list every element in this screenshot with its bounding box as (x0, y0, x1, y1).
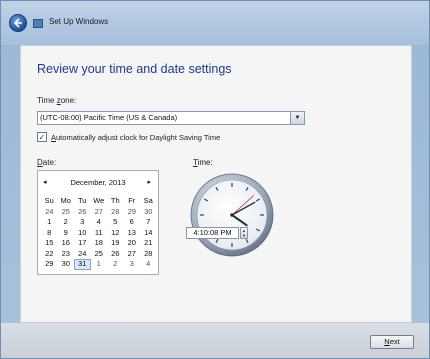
calendar-week-row: 8 9 10 11 12 13 14 (41, 228, 157, 239)
calendar-weekday: We (93, 196, 105, 205)
calendar-day[interactable]: 22 (41, 249, 58, 260)
calendar-day[interactable]: 4 (91, 217, 108, 228)
window-title: Set Up Windows (49, 17, 109, 26)
calendar-day[interactable]: 28 (140, 249, 157, 260)
setup-window: Set Up Windows Review your time and date… (0, 0, 430, 359)
calendar-weekday: Th (110, 196, 120, 205)
setup-windows-icon (33, 19, 43, 28)
clock-icon (190, 173, 274, 257)
calendar-header: ◂ December, 2013 ▸ (38, 178, 158, 188)
calendar-day[interactable]: 13 (124, 228, 141, 239)
time-spinner[interactable]: ▲ ▼ (240, 227, 248, 239)
calendar-day[interactable]: 3 (74, 217, 91, 228)
timezone-value: (UTC-08:00) Pacific Time (US & Canada) (40, 113, 178, 122)
calendar-week-row: 15 16 17 18 19 20 21 (41, 238, 157, 249)
page-title: Review your time and date settings (37, 62, 232, 76)
calendar-week-row: 24 25 26 27 28 29 30 (41, 207, 157, 218)
next-month-icon[interactable]: ▸ (147, 178, 151, 186)
calendar-day[interactable]: 31 (74, 259, 91, 270)
calendar-weekday: Mo (60, 196, 71, 205)
next-button[interactable]: Next (370, 335, 414, 349)
calendar-day[interactable]: 30 (58, 259, 75, 270)
time-label: Time: (193, 158, 213, 167)
calendar-day[interactable]: 29 (41, 259, 58, 270)
timezone-select[interactable]: (UTC-08:00) Pacific Time (US & Canada) ▼ (37, 111, 305, 125)
calendar-day[interactable]: 14 (140, 228, 157, 239)
calendar-day[interactable]: 18 (91, 238, 108, 249)
calendar-day[interactable]: 8 (41, 228, 58, 239)
calendar-day[interactable]: 15 (41, 238, 58, 249)
calendar-day[interactable]: 2 (58, 217, 75, 228)
calendar-week-row: 29 30 31 1 2 3 4 (41, 259, 157, 270)
calendar-weekday: Fr (128, 196, 136, 205)
footer-bar (1, 323, 429, 358)
calendar-day[interactable]: 24 (41, 207, 58, 218)
calendar-day[interactable]: 28 (107, 207, 124, 218)
timezone-label: Time zone: (37, 96, 77, 105)
calendar-day[interactable]: 21 (140, 238, 157, 249)
calendar-day[interactable]: 2 (107, 259, 124, 270)
calendar-day[interactable]: 26 (74, 207, 91, 218)
chevron-down-icon[interactable]: ▼ (290, 112, 304, 124)
calendar-day[interactable]: 5 (107, 217, 124, 228)
calendar-month-label[interactable]: December, 2013 (38, 178, 158, 187)
calendar-day[interactable]: 26 (107, 249, 124, 260)
calendar-day[interactable]: 4 (140, 259, 157, 270)
content-panel: Review your time and date settings Time … (20, 45, 412, 323)
calendar-day[interactable]: 25 (58, 207, 75, 218)
spin-down-icon[interactable]: ▼ (242, 233, 246, 238)
calendar-day[interactable]: 10 (74, 228, 91, 239)
calendar-grid: Su Mo Tu We Th Fr Sa 24 25 26 27 28 29 30 1 2 3 4 5 6 7 8 9 10 1… (41, 196, 157, 270)
title-bar: Set Up Windows (1, 1, 429, 45)
clock-center (230, 213, 234, 217)
calendar-day[interactable]: 20 (124, 238, 141, 249)
calendar-day[interactable]: 11 (91, 228, 108, 239)
calendar-day[interactable]: 6 (124, 217, 141, 228)
date-label: Date: (37, 158, 57, 167)
dst-label[interactable]: Automatically adjust clock for Daylight … (51, 133, 220, 142)
time-input[interactable]: 4:10:08 PM (186, 227, 239, 239)
calendar-day[interactable]: 7 (140, 217, 157, 228)
calendar-day[interactable]: 30 (140, 207, 157, 218)
calendar-week-row: 22 23 24 25 26 27 28 (41, 249, 157, 260)
calendar-day[interactable]: 23 (58, 249, 75, 260)
calendar-day[interactable]: 19 (107, 238, 124, 249)
calendar-day[interactable]: 9 (58, 228, 75, 239)
calendar-day[interactable]: 29 (124, 207, 141, 218)
calendar-weekday: Sa (143, 196, 153, 205)
calendar-day[interactable]: 17 (74, 238, 91, 249)
calendar-day[interactable]: 12 (107, 228, 124, 239)
calendar: ◂ December, 2013 ▸ Su Mo Tu We Th Fr Sa 24 25 26 2… (37, 170, 159, 275)
calendar-weekday-row: Su Mo Tu We Th Fr Sa (41, 196, 157, 207)
calendar-day[interactable]: 1 (41, 217, 58, 228)
calendar-day[interactable]: 25 (91, 249, 108, 260)
calendar-day[interactable]: 1 (91, 259, 108, 270)
dst-checkbox[interactable]: ✓ (37, 132, 47, 142)
back-arrow-icon (13, 18, 22, 28)
calendar-day[interactable]: 16 (58, 238, 75, 249)
calendar-day[interactable]: 3 (124, 259, 141, 270)
back-button[interactable] (9, 14, 27, 32)
calendar-day[interactable]: 24 (74, 249, 91, 260)
calendar-weekday: Tu (78, 196, 87, 205)
calendar-day[interactable]: 27 (124, 249, 141, 260)
calendar-day[interactable]: 27 (91, 207, 108, 218)
analog-clock (190, 173, 274, 257)
calendar-weekday: Su (44, 196, 54, 205)
calendar-week-row: 1234567 (41, 217, 157, 228)
